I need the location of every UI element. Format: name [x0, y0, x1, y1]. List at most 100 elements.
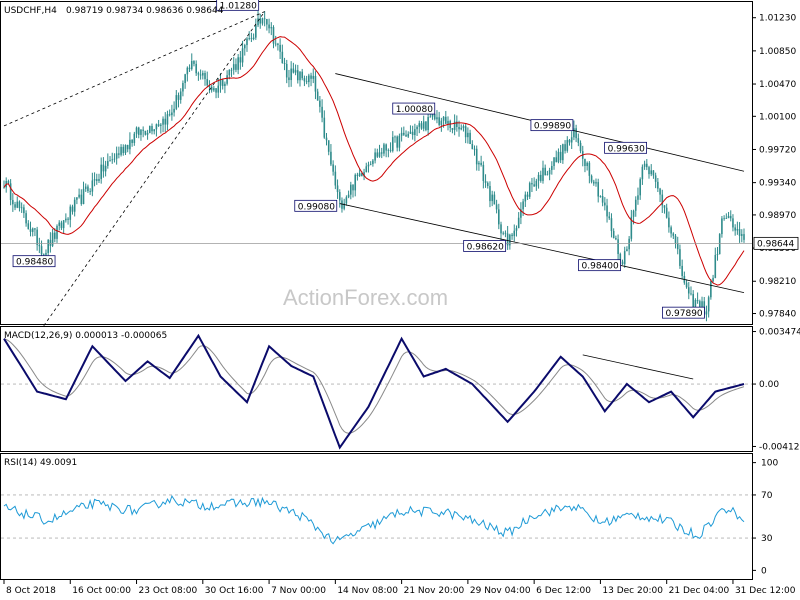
- candle-body: [301, 71, 304, 79]
- candle-body: [252, 37, 255, 39]
- candle-body: [403, 132, 405, 135]
- candle-body: [548, 170, 551, 175]
- candle-body: [641, 166, 644, 180]
- candle-body: [314, 75, 317, 92]
- candle-body: [612, 230, 615, 239]
- candle-body: [584, 158, 586, 166]
- candle-body: [312, 75, 315, 79]
- candle-body: [383, 144, 385, 154]
- current-price-tag: 0.98644: [753, 236, 799, 250]
- candle-body: [473, 148, 476, 150]
- chart-symbol: USDCHF,H4: [4, 6, 57, 16]
- candle-body: [482, 164, 485, 181]
- candle-body: [104, 165, 107, 172]
- candle-body: [555, 157, 558, 163]
- candle-body: [188, 67, 191, 70]
- candle-body: [400, 132, 403, 136]
- candle-body: [54, 232, 56, 239]
- candle-body: [718, 234, 721, 255]
- candle-body: [732, 218, 734, 228]
- candle-body: [716, 254, 719, 255]
- time-axis-label: 29 Nov 04:00: [470, 586, 531, 596]
- candle-body: [91, 180, 94, 192]
- candle-body: [533, 184, 535, 187]
- candle-body: [107, 161, 109, 166]
- candle-body: [553, 157, 555, 167]
- candle-body: [414, 129, 416, 136]
- candle-body: [102, 164, 105, 172]
- candle-body: [546, 174, 549, 176]
- candle-body: [427, 117, 429, 131]
- candle-body: [451, 128, 454, 130]
- candle-body: [723, 218, 725, 220]
- candle-body: [93, 179, 96, 181]
- candle-body: [232, 64, 235, 70]
- candle-body: [365, 166, 368, 173]
- candle-body: [71, 206, 74, 212]
- time-axis-label: 31 Dec 12:00: [735, 586, 796, 596]
- candle-body: [40, 246, 43, 255]
- candle-body: [60, 222, 63, 229]
- candle-body: [257, 18, 259, 26]
- candle-body: [462, 126, 465, 128]
- candle-body: [151, 126, 153, 132]
- candle-body: [586, 162, 588, 166]
- candle-body: [433, 113, 436, 120]
- candle-body: [243, 45, 246, 49]
- candle-body: [345, 197, 348, 204]
- candle-body: [681, 265, 683, 276]
- macd-axis-label: -0.004129: [759, 442, 800, 452]
- candle-body: [316, 91, 319, 101]
- candle-body: [440, 120, 443, 125]
- candle-body: [650, 170, 653, 175]
- candle-body: [539, 174, 542, 181]
- candle-body: [131, 139, 133, 143]
- candle-body: [338, 192, 341, 201]
- candle-body: [489, 186, 491, 202]
- candle-body: [486, 182, 489, 187]
- candle-body: [729, 215, 732, 219]
- candle-body: [323, 117, 326, 138]
- candle-body: [420, 123, 423, 129]
- candle-body: [590, 175, 593, 182]
- rsi-title: RSI(14) 49.0091: [4, 458, 77, 468]
- candle-body: [358, 173, 361, 176]
- candle-body: [575, 128, 577, 139]
- candle-body: [171, 112, 173, 116]
- candle-body: [676, 243, 679, 250]
- candle-body: [29, 229, 32, 232]
- candle-body: [336, 185, 339, 193]
- candle-body: [279, 44, 281, 52]
- candle-body: [407, 133, 410, 137]
- candle-body: [517, 217, 520, 229]
- candle-body: [643, 163, 646, 167]
- candle-body: [173, 108, 175, 113]
- candle-body: [36, 229, 38, 246]
- candle-body: [509, 234, 511, 246]
- candle-body: [193, 60, 195, 64]
- price-annotation-label: 0.99080: [298, 202, 335, 212]
- candle-body: [559, 151, 562, 161]
- time-axis-label: 23 Oct 08:00: [139, 586, 198, 596]
- candle-body: [263, 18, 266, 20]
- candle-body: [632, 210, 635, 217]
- candle-body: [42, 254, 45, 256]
- price-annotation: 0.98480: [12, 255, 56, 268]
- rsi-axis-label: 100: [761, 459, 778, 469]
- candle-body: [444, 116, 447, 124]
- price-annotation-label: 1.01280: [220, 1, 257, 11]
- candle-body: [659, 188, 661, 195]
- candle-body: [80, 194, 83, 205]
- candle-body: [687, 287, 690, 294]
- price-axis-label: 0.98210: [759, 277, 796, 287]
- price-annotation-label: 0.98620: [467, 242, 504, 252]
- candle-body: [299, 71, 301, 81]
- candle-body: [515, 228, 518, 231]
- candle-body: [696, 300, 699, 302]
- candle-body: [372, 160, 374, 164]
- price-axis-label: 1.01230: [759, 14, 796, 24]
- candle-body: [502, 232, 505, 234]
- candle-body: [396, 136, 398, 148]
- price-annotation: 1.00080: [392, 102, 436, 115]
- candle-body: [712, 277, 714, 282]
